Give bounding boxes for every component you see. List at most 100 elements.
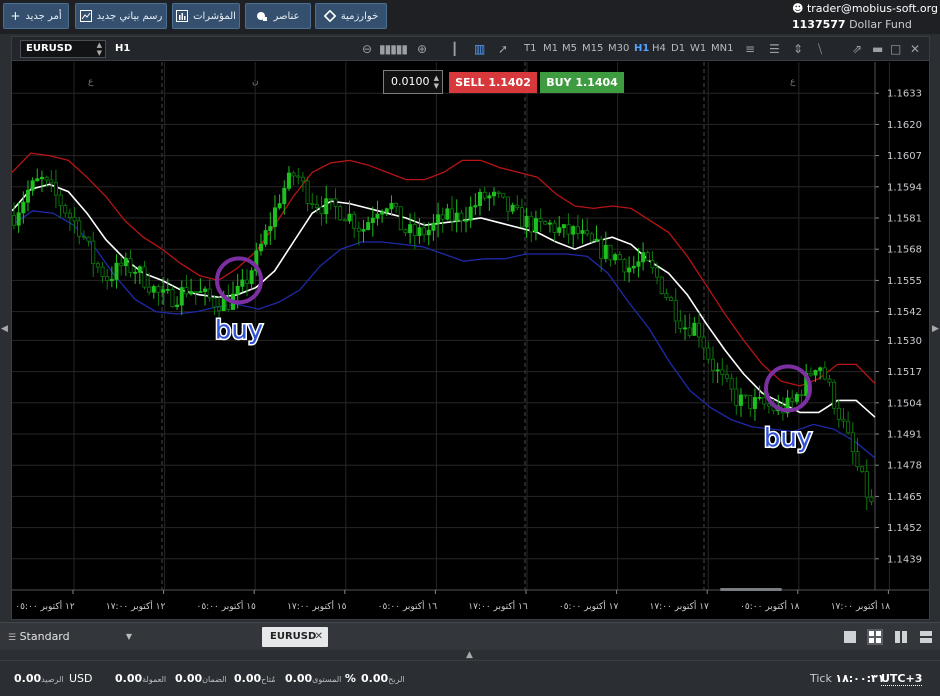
candle-body [706,347,711,360]
indicators-button[interactable]: المؤشرات [172,3,240,29]
candle-body [850,432,855,453]
candle-body [170,288,175,307]
candle-chart-icon[interactable]: ▥ [474,41,485,57]
layout-single-icon[interactable] [842,629,858,645]
profit-stat: 0.00الربح [361,672,405,685]
buy-price: 1.1404 [575,76,618,89]
candle-body [422,227,427,236]
candle-body [53,182,58,196]
tf-T1[interactable]: T1 [524,43,536,54]
buy-label: BUY [546,76,572,89]
candle-body [743,394,748,397]
status-bar: 0.00الرصيد USD 0.00العمولة 0.00الضمان 0.… [0,660,940,696]
new-order-button[interactable]: + أمر جديد [3,3,69,29]
tf-H4[interactable]: H4 [652,43,666,54]
candle-body [794,394,799,402]
grid-icon[interactable]: ⧹ [818,41,822,57]
account-info[interactable]: ☻ trader@mobius-soft.org 1137577 Dollar … [792,1,938,33]
candle-body [524,215,529,228]
close-tab-icon[interactable]: ✕ [315,627,323,647]
margin-stat: 0.00الضمان [175,672,227,685]
tf-MN1[interactable]: MN1 [711,43,733,54]
bar-chart-icon[interactable]: ┃ [451,41,458,57]
right-panel-handle-icon[interactable]: ▶ [932,324,939,334]
crosshair-icon[interactable]: ⇕ [793,41,803,57]
tf-M1[interactable]: M1 [543,43,558,54]
diamond-icon [323,10,336,22]
layout-rows-icon[interactable] [918,629,934,645]
bottom-panel-handle-icon[interactable]: ▲ [466,650,473,660]
left-panel-handle-icon[interactable]: ◀ [1,324,8,334]
tf-M15[interactable]: M15 [582,43,603,54]
candle-body [533,218,538,233]
candle-body [799,394,804,397]
tick-stat[interactable]: Tick ١٨:٠٠:٣١ [810,672,884,685]
candle-body [720,369,725,376]
tf-H1[interactable]: H1 [634,43,649,54]
tab-label: EURUSD [270,631,317,642]
tf-D1[interactable]: D1 [671,43,685,54]
day-marker: ع [790,77,796,87]
updown-icon: ▲ ▼ [433,74,439,90]
candle-body [268,226,273,231]
candle-body [277,203,282,209]
lot-size-input[interactable]: 0.0100 ▲ ▼ [383,70,443,94]
tf-W1[interactable]: W1 [690,43,706,54]
objects-list-icon[interactable]: ☰ [769,41,780,57]
y-tick-label: 1.1478 [887,461,922,472]
maximize-icon[interactable]: □ [890,41,901,57]
candle-body [72,217,77,222]
zoom-out-icon[interactable]: ⊖ [362,41,372,57]
candle-body [296,175,301,178]
candle-body [766,403,771,407]
level-value: 0.00 [285,672,313,685]
balance-label: الرصيد [41,675,64,684]
candle-body [724,374,729,379]
candle-body [715,369,720,372]
zoom-in-icon[interactable]: ⊕ [417,41,427,57]
candle-body [459,212,464,222]
y-tick-label: 1.1620 [887,120,922,131]
layout-name: Standard [19,630,70,643]
chart-toolbar: EURUSD ▲ ▼ H1 ⊖ ▮▮▮▮▮ ⊕ ┃ ▥ ➚ T1 M1 M5 M1… [12,37,929,61]
candle-body [203,288,208,292]
candle-body [394,202,399,208]
sell-button[interactable]: SELL 1.1402 [449,72,537,93]
line-chart-icon[interactable]: ➚ [498,41,508,57]
candle-body [119,262,124,267]
symbol-select[interactable]: EURUSD ▲ ▼ [20,40,106,58]
detach-icon[interactable]: ⇗ [852,41,862,57]
layout-columns-icon[interactable] [893,629,909,645]
candle-body [813,370,818,376]
objects-icon [257,12,268,21]
candle-body [86,236,91,242]
close-icon[interactable]: ✕ [910,41,920,57]
candle-body [477,191,482,207]
tf-M30[interactable]: M30 [608,43,629,54]
price-chart[interactable]: 1.1633 1.1620 1.1607 1.1594 1.1581 1.1568 1.15… [12,62,929,619]
buy-button[interactable]: BUY 1.1404 [540,72,624,93]
timezone-stat[interactable]: UTC+3 [881,672,923,686]
tick-label: Tick [810,672,832,685]
tf-M5[interactable]: M5 [562,43,577,54]
menu-icon: ☰ [8,633,17,643]
candle-body [198,291,203,293]
candle-body [669,297,674,301]
candle-body [179,287,184,306]
new-chart-button[interactable]: رسم بياني جديد [75,3,167,29]
minimize-icon[interactable]: ▬ [872,41,883,57]
tab-eurusd[interactable]: EURUSD ✕ [262,627,328,647]
x-tick-label: ١٦ أكتوبر ١٧:٠٠ [468,600,528,612]
candle-body [836,407,841,420]
candle-body [375,213,380,219]
templates-icon[interactable]: ≡ [745,41,755,57]
objects-button[interactable]: عناصر [245,3,311,29]
candle-body [450,208,455,222]
candle-body [319,206,324,215]
zoom-slider[interactable]: ▮▮▮▮▮ [379,41,408,57]
x-tick-label: ١٦ أكتوبر ٠٥:٠٠ [378,600,438,612]
layout-grid-icon[interactable] [867,629,883,645]
algorithms-button[interactable]: خوارزمية [315,3,387,29]
sell-price: 1.1402 [488,76,531,89]
layout-select[interactable]: ☰ Standard ▼ [8,628,132,646]
